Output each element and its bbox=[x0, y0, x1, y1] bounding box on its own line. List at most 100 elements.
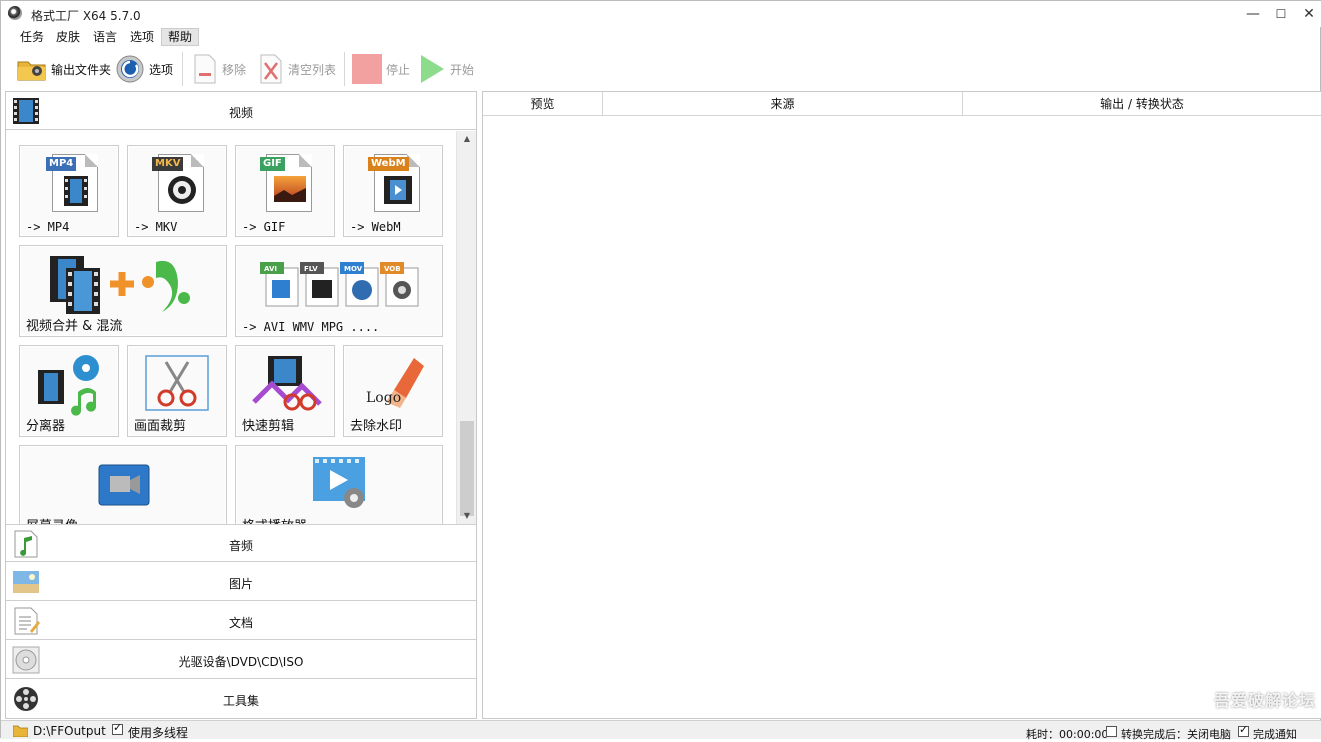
quick-cut-icon bbox=[252, 356, 322, 411]
category-tools-label: 工具集 bbox=[222, 694, 259, 708]
elapsed-time: 耗时：00:00:00 bbox=[1026, 728, 1109, 741]
player-tile[interactable]: 格式播放器 bbox=[235, 445, 443, 524]
crop-tile[interactable]: 画面裁剪 bbox=[127, 345, 227, 437]
app-icon bbox=[8, 6, 22, 20]
menu-language[interactable]: 语言 bbox=[87, 28, 123, 46]
category-document-label: 文档 bbox=[228, 616, 253, 630]
svg-text:AVI: AVI bbox=[264, 265, 277, 273]
menu-bar: 任务 皮肤 语言 选项 帮助 bbox=[1, 27, 1321, 47]
scrollbar-thumb[interactable] bbox=[460, 421, 474, 516]
convert-mkv-tile[interactable]: MKV -> MKV bbox=[127, 145, 227, 237]
screen-record-label: 屏幕录像 bbox=[26, 515, 78, 524]
player-icon bbox=[313, 457, 365, 508]
remove-label: 移除 bbox=[222, 62, 247, 77]
start-label: 开始 bbox=[450, 62, 475, 77]
multi-format-icon: AVI FLV MOV VOB bbox=[260, 262, 419, 307]
clear-list-button[interactable]: 清空列表 bbox=[258, 52, 336, 86]
close-button[interactable]: ✕ bbox=[1294, 4, 1321, 24]
options-label: 选项 bbox=[149, 62, 174, 77]
category-image[interactable]: 图片 bbox=[6, 563, 476, 601]
svg-text:MOV: MOV bbox=[344, 265, 363, 273]
category-audio[interactable]: 音频 bbox=[6, 524, 476, 562]
window-title: 格式工厂 X64 5.7.0 bbox=[31, 9, 141, 23]
clear-list-label: 清空列表 bbox=[288, 62, 337, 77]
splitter-icon bbox=[38, 355, 99, 416]
quick-cut-label: 快速剪辑 bbox=[242, 419, 295, 434]
convert-others-tile[interactable]: AVI FLV MOV VOB -> AVI WMV MPG .... bbox=[235, 245, 443, 337]
output-path[interactable]: D:\FFOutput bbox=[33, 724, 106, 738]
convert-others-label: -> AVI WMV MPG .... bbox=[242, 320, 380, 334]
convert-webm-tile[interactable]: WebM -> WebM bbox=[343, 145, 443, 237]
remove-button[interactable]: 移除 bbox=[192, 52, 246, 86]
player-label: 格式播放器 bbox=[242, 515, 307, 524]
convert-mp4-tile[interactable]: MP4 -> MP4 bbox=[19, 145, 119, 237]
convert-gif-tile[interactable]: GIF -> GIF bbox=[235, 145, 335, 237]
menu-help[interactable]: 帮助 bbox=[161, 28, 200, 46]
column-source[interactable]: 来源 bbox=[603, 92, 963, 116]
merge-icon bbox=[50, 256, 190, 314]
play-icon bbox=[421, 55, 444, 83]
remove-logo-label: 去除水印 bbox=[350, 419, 403, 434]
options-button[interactable]: 选项 bbox=[115, 52, 173, 86]
multithread-label: 使用多线程 bbox=[128, 726, 189, 740]
splitter-tile[interactable]: 分离器 bbox=[19, 345, 119, 437]
category-document[interactable]: 文档 bbox=[6, 602, 476, 640]
menu-options[interactable]: 选项 bbox=[124, 28, 160, 46]
output-folder-label: 输出文件夹 bbox=[51, 62, 112, 77]
category-disc[interactable]: 光驱设备\DVD\CD\ISO bbox=[6, 641, 476, 679]
category-video-label: 视频 bbox=[228, 106, 253, 120]
menu-skin[interactable]: 皮肤 bbox=[50, 28, 86, 46]
convert-mkv-label: -> MKV bbox=[134, 220, 178, 234]
app-window: 格式工厂 X64 5.7.0 — ☐ ✕ 任务 皮肤 语言 选项 帮助 输出文件… bbox=[0, 0, 1321, 741]
scroll-down-arrow-icon[interactable]: ▼ bbox=[457, 508, 477, 524]
convert-gif-label: -> GIF bbox=[242, 220, 286, 234]
stop-icon bbox=[352, 54, 382, 84]
status-bar: D:\FFOutput 使用多线程 耗时：00:00:00 转换完成后：关闭电脑… bbox=[1, 720, 1321, 741]
stop-label: 停止 bbox=[386, 62, 411, 77]
multithread-checkbox[interactable] bbox=[112, 721, 123, 735]
notify-label: 完成通知 bbox=[1253, 728, 1297, 741]
convert-webm-label: -> WebM bbox=[350, 220, 401, 234]
toolbar-separator bbox=[344, 52, 345, 86]
svg-text:VOB: VOB bbox=[384, 265, 401, 273]
stop-button[interactable]: 停止 bbox=[352, 52, 410, 86]
quick-cut-tile[interactable]: 快速剪辑 bbox=[235, 345, 335, 437]
maximize-button[interactable]: ☐ bbox=[1266, 4, 1296, 24]
folder-icon bbox=[13, 725, 28, 737]
after-convert-label: 转换完成后：关闭电脑 bbox=[1121, 728, 1231, 741]
menu-task[interactable]: 任务 bbox=[14, 28, 50, 46]
remove-file-icon bbox=[194, 54, 216, 84]
toolbar: 输出文件夹 选项 移除 清空列表 停止 开始 bbox=[1, 48, 1321, 90]
screen-record-tile[interactable]: 屏幕录像 bbox=[19, 445, 227, 524]
category-image-label: 图片 bbox=[228, 577, 253, 591]
screen-record-icon bbox=[98, 464, 150, 506]
video-grid-scrollbar[interactable]: ▲ ▼ bbox=[456, 131, 476, 524]
minimize-button[interactable]: — bbox=[1238, 4, 1268, 24]
video-merge-tile[interactable]: 视频合并 & 混流 bbox=[19, 245, 227, 337]
watermark: 吾爱破解论坛 bbox=[1213, 691, 1316, 710]
category-audio-label: 音频 bbox=[228, 539, 253, 553]
category-video[interactable]: 视频 bbox=[6, 92, 476, 130]
title-bar: 格式工厂 X64 5.7.0 — ☐ ✕ bbox=[1, 1, 1321, 27]
category-panel: 视频 MP4 -> MP4 MKV -> MKV GIF -> GIF WebM… bbox=[5, 91, 477, 719]
category-disc-label: 光驱设备\DVD\CD\ISO bbox=[178, 655, 304, 669]
crop-label: 画面裁剪 bbox=[134, 419, 187, 434]
category-tools[interactable]: 工具集 bbox=[6, 680, 476, 718]
scroll-up-arrow-icon[interactable]: ▲ bbox=[457, 131, 477, 147]
column-output-status[interactable]: 输出 / 转换状态 bbox=[963, 92, 1321, 116]
notify-checkbox[interactable] bbox=[1238, 723, 1249, 737]
start-button[interactable]: 开始 bbox=[418, 52, 474, 86]
video-merge-label: 视频合并 & 混流 bbox=[26, 319, 123, 334]
logo-text: Logo bbox=[366, 390, 402, 406]
output-folder-button[interactable]: 输出文件夹 bbox=[17, 52, 111, 86]
after-convert-checkbox[interactable] bbox=[1106, 726, 1117, 737]
column-preview[interactable]: 预览 bbox=[483, 92, 603, 116]
gear-icon bbox=[116, 55, 144, 83]
splitter-label: 分离器 bbox=[26, 419, 66, 434]
remove-logo-tile[interactable]: Logo 去除水印 bbox=[343, 345, 443, 437]
folder-icon bbox=[17, 61, 46, 81]
toolbar-separator bbox=[182, 52, 183, 86]
video-tools-grid: MP4 -> MP4 MKV -> MKV GIF -> GIF WebM ->… bbox=[6, 131, 456, 524]
convert-mp4-label: -> MP4 bbox=[26, 220, 70, 234]
task-list-panel: 预览 来源 输出 / 转换状态 bbox=[482, 91, 1321, 719]
